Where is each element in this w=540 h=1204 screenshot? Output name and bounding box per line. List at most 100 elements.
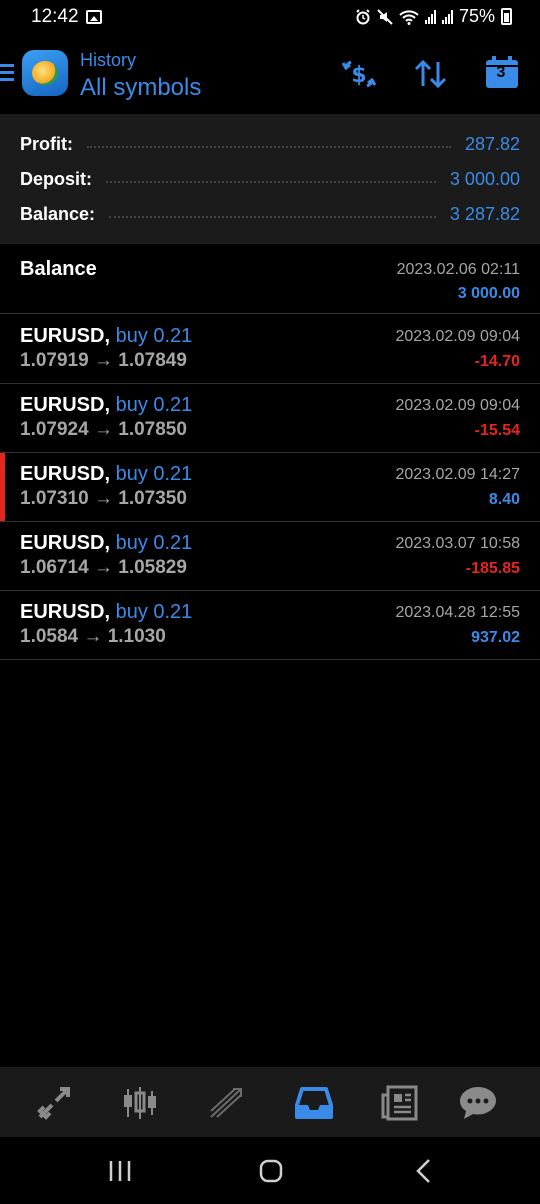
- trade-icon: [210, 1088, 242, 1118]
- deal-symbol: EURUSD, buy 0.21: [20, 394, 192, 417]
- status-icons: 75%: [355, 6, 512, 27]
- home-icon: [259, 1159, 283, 1183]
- open-price: 1.0584: [20, 626, 79, 647]
- deal-symbol-name: EURUSD,: [20, 394, 111, 416]
- balance-entry-title: Balance: [20, 258, 97, 280]
- deal-profit: -15.54: [474, 422, 520, 439]
- symbol-filter-title[interactable]: All symbols: [80, 74, 201, 102]
- gallery-notification-icon: [86, 10, 102, 24]
- arrow-icon: →: [93, 350, 113, 371]
- status-bar: 12:42 75%: [0, 0, 540, 36]
- home-button[interactable]: [256, 1157, 286, 1185]
- summary-value: 3 287.82: [449, 203, 520, 224]
- tab-quotes[interactable]: [34, 1083, 74, 1123]
- summary-panel: Profit: 287.82 Deposit: 3 000.00 Balance…: [0, 114, 540, 244]
- deal-profit: -14.70: [474, 353, 520, 370]
- deal-row[interactable]: EURUSD, buy 0.21 1.07310 → 1.07350 2023.02…: [0, 453, 540, 522]
- sort-button[interactable]: [411, 54, 451, 94]
- history-icon: [295, 1087, 333, 1119]
- summary-label: Deposit:: [20, 168, 92, 189]
- app-logo[interactable]: [22, 50, 68, 96]
- deal-symbol: EURUSD, buy 0.21: [20, 532, 192, 555]
- deal-prices: 1.07919 → 1.07849: [20, 350, 187, 372]
- summary-row-balance: Balance: 3 287.82: [20, 199, 520, 229]
- close-price: 1.07850: [118, 419, 187, 440]
- header-subtitle: History: [80, 50, 137, 70]
- battery-percent: 75%: [458, 6, 495, 26]
- summary-row-deposit: Deposit: 3 000.00: [20, 164, 520, 194]
- deal-side: buy 0.21: [115, 463, 193, 485]
- deal-row[interactable]: EURUSD, buy 0.21 1.07924 → 1.07850 2023.02…: [0, 384, 540, 453]
- open-price: 1.06714: [20, 557, 89, 578]
- open-price: 1.07919: [20, 350, 89, 371]
- open-price: 1.07924: [20, 419, 89, 440]
- menu-icon[interactable]: [0, 64, 14, 82]
- close-price: 1.07350: [118, 488, 187, 509]
- summary-value: 287.82: [464, 133, 520, 154]
- summary-label: Balance:: [20, 203, 96, 224]
- sort-icon: [414, 59, 447, 89]
- deal-row[interactable]: EURUSD, buy 0.21 1.06714 → 1.05829 2023.03…: [0, 522, 540, 591]
- close-price: 1.05829: [118, 557, 187, 578]
- tab-history[interactable]: [294, 1083, 334, 1123]
- arrow-icon: →: [93, 557, 113, 578]
- back-button[interactable]: [410, 1157, 440, 1185]
- summary-row-profit: Profit: 287.82: [20, 129, 520, 159]
- status-time: 12:42: [31, 6, 79, 27]
- bottom-tab-bar: [0, 1067, 540, 1137]
- balance-entry-amount: 3 000.00: [457, 285, 520, 302]
- deal-side: buy 0.21: [115, 325, 193, 347]
- close-price: 1.07849: [118, 350, 187, 371]
- arrow-icon: →: [93, 419, 113, 440]
- system-nav-bar: [0, 1137, 540, 1204]
- battery-icon: [501, 8, 512, 25]
- alarm-icon: [356, 8, 370, 24]
- deal-side: buy 0.21: [115, 601, 193, 623]
- deal-time: 2023.02.09 09:04: [395, 397, 520, 414]
- deal-symbol: EURUSD, buy 0.21: [20, 463, 192, 486]
- deal-symbol: EURUSD, buy 0.21: [20, 325, 192, 348]
- summary-label: Profit:: [20, 133, 73, 154]
- app-header: History All symbols $ 3: [0, 36, 540, 114]
- mute-icon: [377, 8, 393, 25]
- deal-symbol-name: EURUSD,: [20, 463, 111, 485]
- open-price: 1.07310: [20, 488, 89, 509]
- arrow-icon: →: [93, 488, 113, 509]
- dot-leader: [87, 146, 451, 148]
- dot-leader: [106, 181, 436, 183]
- balance-entry-time: 2023.02.06 02:11: [396, 261, 520, 278]
- deal-time: 2023.02.09 14:27: [395, 466, 520, 483]
- calendar-button[interactable]: 3: [484, 54, 524, 94]
- currency-exchange-icon: $: [341, 60, 377, 88]
- deal-prices: 1.06714 → 1.05829: [20, 557, 187, 579]
- balance-entry-row[interactable]: Balance 2023.02.06 02:11 3 000.00: [0, 245, 540, 314]
- tab-chart[interactable]: [120, 1083, 160, 1123]
- news-icon: [381, 1085, 418, 1121]
- deal-prices: 1.07310 → 1.07350: [20, 488, 187, 510]
- deal-row[interactable]: EURUSD, buy 0.21 1.07919 → 1.07849 2023.02…: [0, 315, 540, 384]
- recents-icon: [109, 1161, 131, 1181]
- tab-trade[interactable]: [207, 1083, 247, 1123]
- deal-profit: -185.85: [465, 560, 520, 577]
- deal-symbol: EURUSD, buy 0.21: [20, 601, 192, 624]
- summary-value: 3 000.00: [449, 168, 520, 189]
- chat-icon: [460, 1087, 496, 1119]
- deal-side: buy 0.21: [115, 532, 193, 554]
- recents-button[interactable]: [106, 1157, 136, 1185]
- back-icon: [416, 1159, 430, 1183]
- deal-row[interactable]: EURUSD, buy 0.21 1.0584 → 1.1030 2023.04.2…: [0, 591, 540, 660]
- dot-leader: [109, 216, 436, 218]
- deal-time: 2023.03.07 10:58: [395, 535, 520, 552]
- calendar-day: 3: [496, 64, 506, 81]
- tab-news[interactable]: [380, 1083, 420, 1123]
- quotes-icon: [37, 1087, 70, 1120]
- svg-text:$: $: [351, 63, 366, 88]
- deal-symbol-name: EURUSD,: [20, 325, 111, 347]
- close-price: 1.1030: [107, 626, 166, 647]
- deal-time: 2023.04.28 12:55: [395, 604, 520, 621]
- tab-chat[interactable]: [458, 1083, 498, 1123]
- currency-filter-button[interactable]: $: [339, 54, 379, 94]
- deal-time: 2023.02.09 09:04: [395, 328, 520, 345]
- deal-side: buy 0.21: [115, 394, 193, 416]
- wifi-icon: [399, 9, 419, 25]
